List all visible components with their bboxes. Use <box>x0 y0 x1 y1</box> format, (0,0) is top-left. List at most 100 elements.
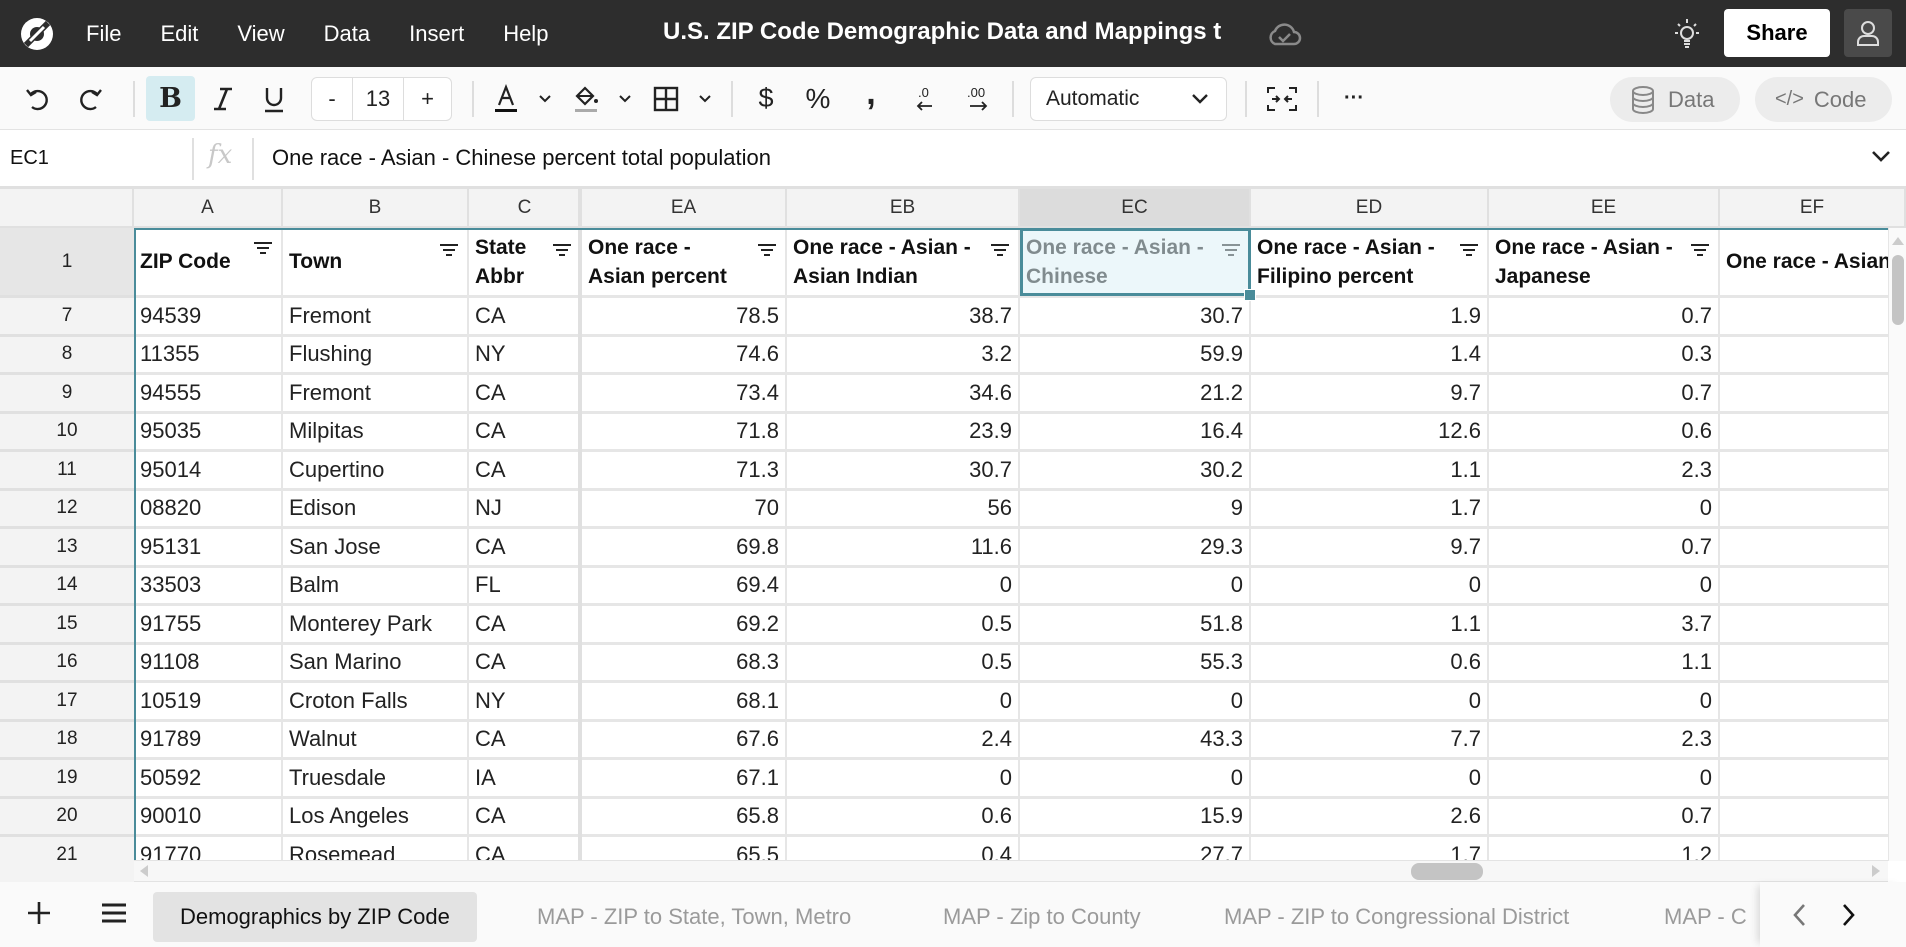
table-cell[interactable]: 1.1 <box>1251 606 1489 645</box>
table-cell[interactable]: NJ <box>469 490 582 529</box>
table-cell[interactable] <box>1720 529 1906 568</box>
decrease-decimal-button[interactable]: .0 <box>906 76 942 121</box>
table-cell[interactable]: 1.4 <box>1251 336 1489 375</box>
table-cell[interactable]: 1.7 <box>1251 837 1489 861</box>
table-cell[interactable]: 95131 <box>134 529 283 568</box>
table-cell[interactable] <box>1720 336 1906 375</box>
spreadsheet-grid[interactable]: A B C EA EB EC ED EE EF 1 ZIP Code Town State Abbr On… <box>0 189 1906 861</box>
table-cell[interactable]: 2.3 <box>1489 721 1720 760</box>
app-logo-icon[interactable] <box>18 15 56 53</box>
table-cell[interactable]: Monterey Park <box>283 606 469 645</box>
sheet-tab[interactable]: MAP - C <box>1637 892 1774 942</box>
table-cell[interactable]: Rosemead <box>283 837 469 861</box>
table-cell[interactable]: 91789 <box>134 721 283 760</box>
header-cell[interactable]: One race - Asian percent <box>582 228 787 298</box>
table-cell[interactable]: 15.9 <box>1020 798 1251 837</box>
table-cell[interactable]: 78.5 <box>582 298 787 337</box>
table-cell[interactable]: 29.3 <box>1020 529 1251 568</box>
column-header-ef[interactable]: EF <box>1720 189 1906 228</box>
table-cell[interactable]: 1.7 <box>1251 490 1489 529</box>
table-cell[interactable]: NY <box>469 336 582 375</box>
table-cell[interactable]: 38.7 <box>787 298 1020 337</box>
table-cell[interactable]: 0.5 <box>787 606 1020 645</box>
table-cell[interactable]: 91770 <box>134 837 283 861</box>
column-header-a[interactable]: A <box>134 189 283 228</box>
column-header-ec[interactable]: EC <box>1020 189 1251 228</box>
sheet-tab[interactable]: MAP - ZIP to State, Town, Metro <box>510 892 878 942</box>
menu-insert[interactable]: Insert <box>409 21 464 47</box>
table-cell[interactable]: 1.2 <box>1489 837 1720 861</box>
table-cell[interactable]: 0 <box>1020 567 1251 606</box>
table-cell[interactable] <box>1720 413 1906 452</box>
header-cell[interactable]: One race - Asian - Asian Indian <box>787 228 1020 298</box>
table-cell[interactable]: Balm <box>283 567 469 606</box>
font-size-increase-button[interactable]: + <box>404 78 451 120</box>
table-cell[interactable] <box>1720 490 1906 529</box>
lightbulb-icon[interactable] <box>1670 16 1704 52</box>
table-cell[interactable]: 3.2 <box>787 336 1020 375</box>
table-cell[interactable]: 0.6 <box>1251 644 1489 683</box>
table-cell[interactable]: 65.5 <box>582 837 787 861</box>
table-cell[interactable]: Walnut <box>283 721 469 760</box>
filter-icon[interactable] <box>757 238 777 267</box>
vertical-scroll-thumb[interactable] <box>1892 255 1904 325</box>
row-header[interactable]: 10 <box>0 413 134 452</box>
table-cell[interactable]: 0.7 <box>1489 529 1720 568</box>
currency-format-button[interactable]: $ <box>748 76 784 121</box>
text-color-dropdown[interactable] <box>530 76 560 121</box>
column-header-ee[interactable]: EE <box>1489 189 1720 228</box>
table-cell[interactable]: 1.1 <box>1251 452 1489 491</box>
table-cell[interactable]: 7.7 <box>1251 721 1489 760</box>
table-cell[interactable]: 70 <box>582 490 787 529</box>
row-header[interactable]: 17 <box>0 683 134 722</box>
table-cell[interactable]: 1.1 <box>1489 644 1720 683</box>
table-cell[interactable] <box>1720 721 1906 760</box>
scroll-right-arrow-icon[interactable] <box>1872 865 1880 877</box>
table-cell[interactable]: 51.8 <box>1020 606 1251 645</box>
table-cell[interactable]: 11355 <box>134 336 283 375</box>
column-header-eb[interactable]: EB <box>787 189 1020 228</box>
select-all-corner[interactable] <box>0 189 134 228</box>
table-cell[interactable]: 69.8 <box>582 529 787 568</box>
table-cell[interactable]: 16.4 <box>1020 413 1251 452</box>
table-cell[interactable]: 0.6 <box>1489 413 1720 452</box>
table-cell[interactable]: 95014 <box>134 452 283 491</box>
table-cell[interactable]: 65.8 <box>582 798 787 837</box>
table-cell[interactable]: San Jose <box>283 529 469 568</box>
table-cell[interactable]: CA <box>469 529 582 568</box>
table-cell[interactable]: 59.9 <box>1020 336 1251 375</box>
table-cell[interactable]: 94539 <box>134 298 283 337</box>
header-cell[interactable]: One race - Asian - Chinese <box>1020 228 1251 298</box>
table-cell[interactable]: 30.7 <box>1020 298 1251 337</box>
scroll-up-arrow-icon[interactable] <box>1889 232 1906 250</box>
table-cell[interactable]: 2.4 <box>787 721 1020 760</box>
table-cell[interactable]: 0 <box>1251 683 1489 722</box>
table-cell[interactable]: 08820 <box>134 490 283 529</box>
expand-formula-chevron-icon[interactable] <box>1870 148 1892 164</box>
table-cell[interactable]: 0 <box>1020 683 1251 722</box>
header-cell[interactable]: One race - Asian - Korean percent <box>1720 228 1906 298</box>
row-header[interactable]: 13 <box>0 529 134 568</box>
table-cell[interactable]: 9.7 <box>1251 529 1489 568</box>
underline-button[interactable] <box>254 76 294 121</box>
column-header-ea[interactable]: EA <box>582 189 787 228</box>
menu-data[interactable]: Data <box>324 21 370 47</box>
menu-view[interactable]: View <box>237 21 284 47</box>
table-cell[interactable]: 69.2 <box>582 606 787 645</box>
row-header[interactable]: 9 <box>0 375 134 414</box>
table-cell[interactable]: 73.4 <box>582 375 787 414</box>
table-cell[interactable] <box>1720 606 1906 645</box>
header-cell[interactable]: One race - Asian - Japanese <box>1489 228 1720 298</box>
row-header[interactable]: 19 <box>0 760 134 799</box>
table-cell[interactable] <box>1720 760 1906 799</box>
table-cell[interactable]: CA <box>469 644 582 683</box>
menu-edit[interactable]: Edit <box>160 21 198 47</box>
fill-color-dropdown[interactable] <box>610 76 640 121</box>
header-cell[interactable]: ZIP Code <box>134 228 283 298</box>
more-options-button[interactable]: ··· <box>1336 76 1372 121</box>
table-cell[interactable]: 1.9 <box>1251 298 1489 337</box>
row-header-1[interactable]: 1 <box>0 228 134 298</box>
horizontal-scroll-thumb[interactable] <box>1411 863 1483 880</box>
table-cell[interactable]: 43.3 <box>1020 721 1251 760</box>
table-cell[interactable] <box>1720 452 1906 491</box>
